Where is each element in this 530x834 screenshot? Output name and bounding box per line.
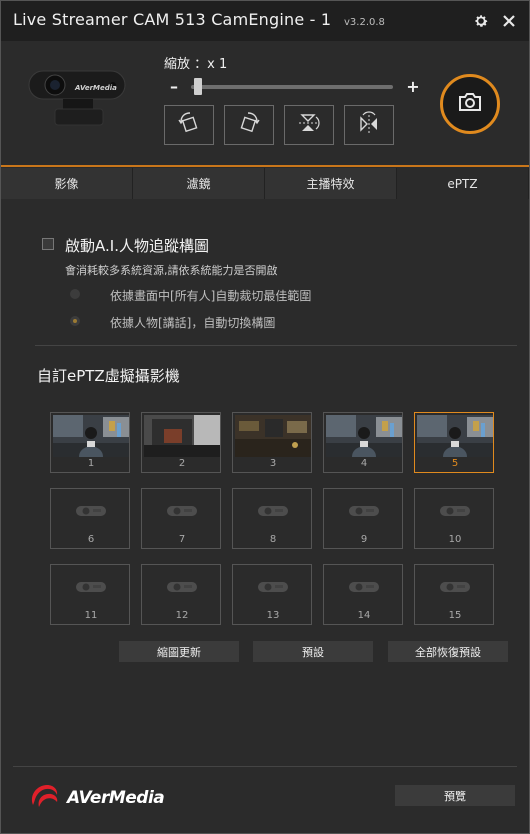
zoom-slider-track[interactable] bbox=[191, 85, 393, 89]
avermedia-swirl-icon bbox=[27, 781, 61, 815]
gear-icon[interactable] bbox=[471, 11, 491, 31]
slot-number: 15 bbox=[448, 610, 462, 621]
radio-speaker-label: 依據人物[講話]，自動切換構圖 bbox=[110, 316, 276, 330]
ai-tracking-label: 啟動A.I.人物追蹤構圖 bbox=[65, 237, 209, 255]
reset-all-button[interactable]: 全部恢復預設 bbox=[388, 641, 508, 662]
zoom-out-button[interactable]: – bbox=[166, 77, 182, 96]
slot-number: 4 bbox=[360, 458, 368, 469]
virtual-camera-slot[interactable]: 6 bbox=[50, 488, 130, 549]
slot-number: 12 bbox=[175, 610, 189, 621]
virtual-camera-slot[interactable]: 10 bbox=[414, 488, 494, 549]
tab-filter[interactable]: 濾鏡 bbox=[133, 168, 265, 199]
virtual-camera-slot[interactable]: 11 bbox=[50, 564, 130, 625]
title-bar: Live Streamer CAM 513 CamEngine - 1 v3.2… bbox=[1, 1, 529, 41]
slot-number: 8 bbox=[269, 534, 277, 545]
tab-video[interactable]: 影像 bbox=[1, 168, 133, 199]
virtual-camera-slot[interactable]: 13 bbox=[232, 564, 312, 625]
ai-tracking-note: 會消耗較多系統資源,請依系統能力是否開啟 bbox=[65, 264, 278, 277]
slot-number: 10 bbox=[448, 534, 462, 545]
virtual-camera-slot[interactable]: 12 bbox=[141, 564, 221, 625]
virtual-camera-slot[interactable]: 5 bbox=[414, 412, 494, 473]
refresh-thumbnails-button[interactable]: 縮圖更新 bbox=[119, 641, 239, 662]
brand-name: AVerMedia bbox=[67, 788, 165, 808]
virtual-camera-slot[interactable]: 14 bbox=[323, 564, 403, 625]
version-label: v3.2.0.8 bbox=[344, 17, 385, 28]
virtual-camera-slot[interactable]: 2 bbox=[141, 412, 221, 473]
virtual-camera-slot[interactable]: 4 bbox=[323, 412, 403, 473]
radio-all-people[interactable] bbox=[70, 289, 80, 299]
rotate-right-icon bbox=[236, 110, 262, 140]
webcam-placeholder-icon bbox=[257, 503, 289, 517]
webcam-placeholder-icon bbox=[257, 579, 289, 593]
slot-number: 5 bbox=[451, 458, 459, 469]
flip-vertical-icon bbox=[296, 110, 322, 140]
virtual-camera-slot[interactable]: 8 bbox=[232, 488, 312, 549]
zoom-in-button[interactable]: + bbox=[405, 77, 421, 96]
webcam-placeholder-icon bbox=[75, 579, 107, 593]
slot-number: 3 bbox=[269, 458, 277, 469]
webcam-placeholder-icon bbox=[348, 579, 380, 593]
window-title: Live Streamer CAM 513 CamEngine - 1 bbox=[13, 10, 332, 29]
preview-button[interactable]: 預覽 bbox=[395, 785, 515, 806]
radio-speaker[interactable] bbox=[70, 316, 80, 326]
footer-divider bbox=[13, 766, 517, 767]
webcam-placeholder-icon bbox=[166, 503, 198, 517]
flip-vertical-button[interactable] bbox=[284, 105, 334, 145]
camera-thumbnail bbox=[53, 415, 129, 457]
camera-thumbnail bbox=[144, 415, 220, 457]
slot-number: 7 bbox=[178, 534, 186, 545]
webcam-placeholder-icon bbox=[439, 503, 471, 517]
slot-number: 14 bbox=[357, 610, 371, 621]
virtual-camera-title: 自訂ePTZ虛擬攝影機 bbox=[37, 367, 180, 385]
rotate-right-button[interactable] bbox=[224, 105, 274, 145]
default-button[interactable]: 預設 bbox=[253, 641, 373, 662]
svg-text:AVerMedia: AVerMedia bbox=[74, 84, 117, 92]
rotate-left-icon bbox=[176, 110, 202, 140]
app-window: Live Streamer CAM 513 CamEngine - 1 v3.2… bbox=[0, 0, 530, 834]
camera-thumbnail bbox=[326, 415, 402, 457]
slot-number: 2 bbox=[178, 458, 186, 469]
snapshot-button[interactable] bbox=[440, 74, 500, 134]
control-panel: AVerMedia 縮放 ：x 1 – + bbox=[1, 41, 529, 165]
virtual-camera-slot[interactable]: 1 bbox=[50, 412, 130, 473]
webcam-image: AVerMedia bbox=[27, 67, 127, 137]
webcam-placeholder-icon bbox=[166, 579, 198, 593]
slot-number: 9 bbox=[360, 534, 368, 545]
rotate-left-button[interactable] bbox=[164, 105, 214, 145]
virtual-camera-slot[interactable]: 7 bbox=[141, 488, 221, 549]
camera-thumbnail bbox=[417, 415, 493, 457]
tab-eptz[interactable]: ePTZ bbox=[397, 168, 529, 199]
virtual-camera-slot[interactable]: 9 bbox=[323, 488, 403, 549]
radio-all-people-label: 依據畫面中[所有人]自動裁切最佳範圍 bbox=[110, 289, 312, 303]
flip-horizontal-icon bbox=[356, 110, 382, 140]
webcam-placeholder-icon bbox=[439, 579, 471, 593]
avermedia-logo: AVerMedia bbox=[27, 781, 165, 815]
camera-icon bbox=[458, 92, 482, 116]
section-divider bbox=[35, 345, 517, 346]
virtual-camera-slot[interactable]: 3 bbox=[232, 412, 312, 473]
slot-number: 13 bbox=[266, 610, 280, 621]
slot-number: 6 bbox=[87, 534, 95, 545]
webcam-placeholder-icon bbox=[348, 503, 380, 517]
close-icon[interactable] bbox=[499, 11, 519, 31]
flip-horizontal-button[interactable] bbox=[344, 105, 394, 145]
ai-tracking-checkbox[interactable] bbox=[42, 238, 54, 250]
camera-thumbnail bbox=[235, 415, 311, 457]
webcam-placeholder-icon bbox=[75, 503, 107, 517]
slot-number: 1 bbox=[87, 458, 95, 469]
slot-number: 11 bbox=[84, 610, 98, 621]
zoom-label: 縮放 ：x 1 bbox=[164, 57, 228, 72]
accent-divider bbox=[1, 165, 529, 167]
tab-streamer-effects[interactable]: 主播特效 bbox=[265, 168, 397, 199]
zoom-slider-thumb[interactable] bbox=[194, 78, 202, 95]
virtual-camera-slot[interactable]: 15 bbox=[414, 564, 494, 625]
tab-bar: 影像 濾鏡 主播特效 ePTZ bbox=[1, 168, 529, 199]
